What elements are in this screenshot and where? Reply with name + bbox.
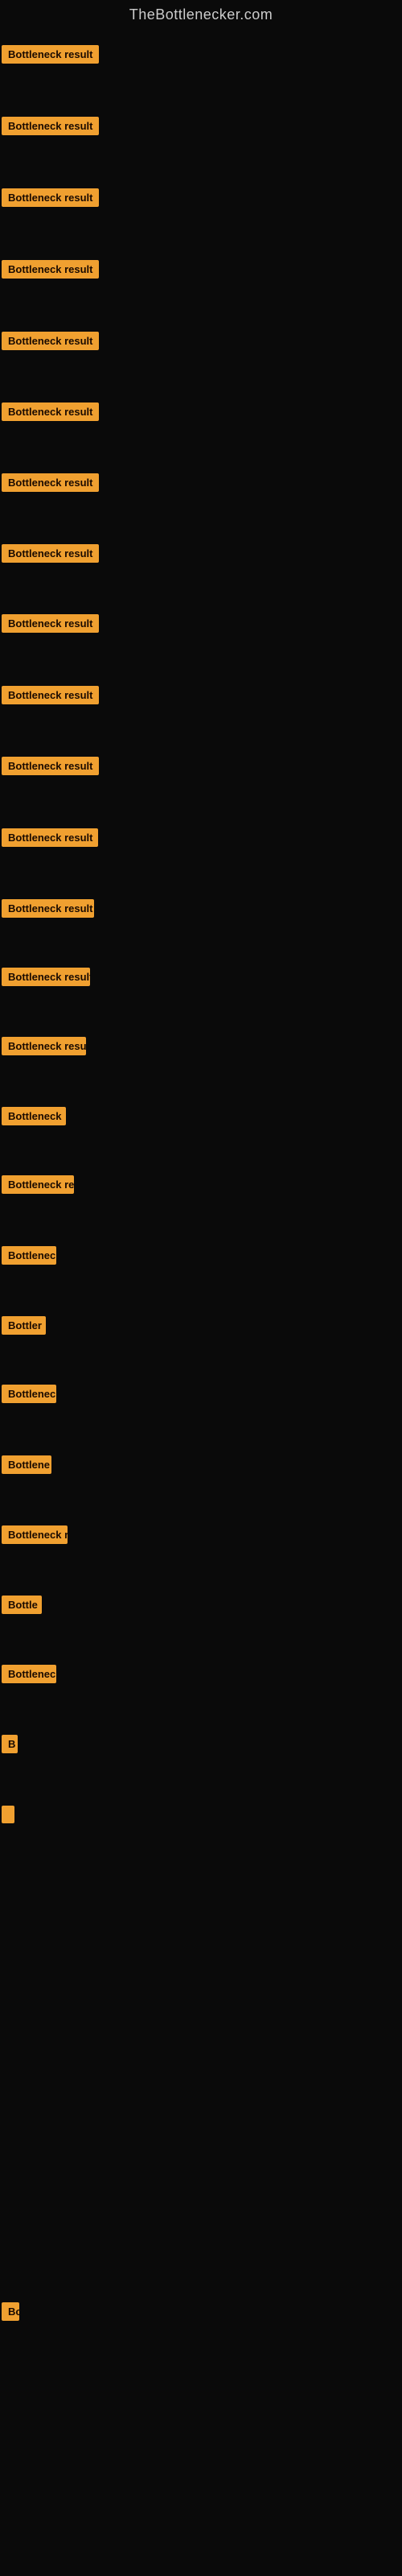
bottleneck-row-15: Bottleneck resul [2,1037,86,1055]
bottleneck-badge-16[interactable]: Bottleneck [2,1107,66,1125]
bottleneck-row-13: Bottleneck result [2,899,94,918]
bottleneck-badge-26[interactable] [2,1806,14,1823]
bottleneck-row-10: Bottleneck result [2,686,99,704]
bottleneck-badge-20[interactable]: Bottlenec [2,1385,56,1403]
bottleneck-row-11: Bottleneck result [2,757,99,775]
bottleneck-badge-10[interactable]: Bottleneck result [2,686,99,704]
site-title: TheBottlenecker.com [0,0,402,28]
bottleneck-badge-6[interactable]: Bottleneck result [2,402,99,421]
bottleneck-row-4: Bottleneck result [2,260,99,279]
bottleneck-row-24: Bottlenec [2,1665,56,1683]
bottleneck-badge-1[interactable]: Bottleneck result [2,45,99,64]
bottleneck-badge-15[interactable]: Bottleneck resul [2,1037,86,1055]
bottleneck-row-3: Bottleneck result [2,188,99,207]
bottleneck-row-14: Bottleneck result [2,968,90,986]
bottleneck-row-1: Bottleneck result [2,45,99,64]
bottleneck-row-8: Bottleneck result [2,544,99,563]
bottleneck-row-9: Bottleneck result [2,614,99,633]
bottleneck-badge-17[interactable]: Bottleneck res [2,1175,74,1194]
bottleneck-badge-2[interactable]: Bottleneck result [2,117,99,135]
bottleneck-row-23: Bottle [2,1596,42,1614]
bottleneck-badge-25[interactable]: B [2,1735,18,1753]
bottleneck-row-7: Bottleneck result [2,473,99,492]
bottleneck-badge-24[interactable]: Bottlenec [2,1665,56,1683]
bottleneck-badge-7[interactable]: Bottleneck result [2,473,99,492]
bottleneck-row-22: Bottleneck r [2,1525,68,1544]
bottleneck-badge-13[interactable]: Bottleneck result [2,899,94,918]
bottleneck-row-6: Bottleneck result [2,402,99,421]
bottleneck-badge-8[interactable]: Bottleneck result [2,544,99,563]
bottleneck-badge-14[interactable]: Bottleneck result [2,968,90,986]
bottleneck-badge-18[interactable]: Bottlenec [2,1246,56,1265]
bottleneck-row-12: Bottleneck result [2,828,98,847]
bottleneck-badge-27[interactable]: Bo [2,2302,19,2321]
bottleneck-badge-5[interactable]: Bottleneck result [2,332,99,350]
bottleneck-row-2: Bottleneck result [2,117,99,135]
bottleneck-badge-11[interactable]: Bottleneck result [2,757,99,775]
bottleneck-row-18: Bottlenec [2,1246,56,1265]
bottleneck-row-19: Bottler [2,1316,46,1335]
bottleneck-row-27: Bo [2,2302,19,2321]
bottleneck-row-25: B [2,1735,18,1753]
bottleneck-badge-12[interactable]: Bottleneck result [2,828,98,847]
bottleneck-row-20: Bottlenec [2,1385,56,1403]
bottleneck-badge-23[interactable]: Bottle [2,1596,42,1614]
bottleneck-badge-21[interactable]: Bottlene [2,1455,51,1474]
bottleneck-badge-22[interactable]: Bottleneck r [2,1525,68,1544]
bottleneck-badge-9[interactable]: Bottleneck result [2,614,99,633]
bottleneck-badge-19[interactable]: Bottler [2,1316,46,1335]
bottleneck-row-5: Bottleneck result [2,332,99,350]
bottleneck-row-21: Bottlene [2,1455,51,1474]
bottleneck-row-26 [2,1806,14,1823]
bottleneck-row-17: Bottleneck res [2,1175,74,1194]
bottleneck-badge-4[interactable]: Bottleneck result [2,260,99,279]
bottleneck-badge-3[interactable]: Bottleneck result [2,188,99,207]
bottleneck-row-16: Bottleneck [2,1107,66,1125]
